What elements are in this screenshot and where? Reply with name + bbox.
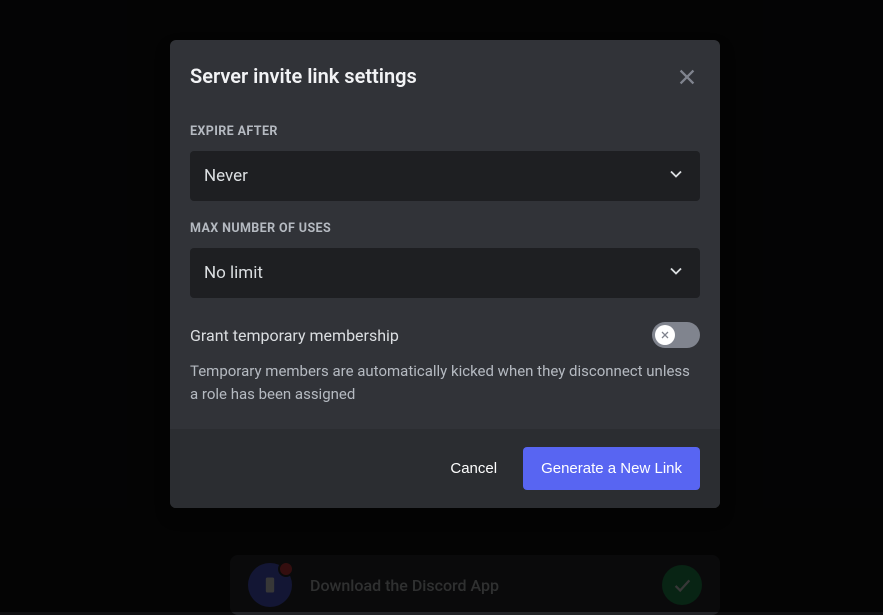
x-icon <box>659 329 671 341</box>
modal-title: Server invite link settings <box>190 64 417 88</box>
temp-membership-row: Grant temporary membership <box>190 322 700 348</box>
max-uses-value: No limit <box>204 263 263 283</box>
modal-header: Server invite link settings <box>170 40 720 100</box>
generate-link-button[interactable]: Generate a New Link <box>523 447 700 490</box>
chevron-down-icon <box>666 261 686 285</box>
expire-after-value: Never <box>204 166 248 186</box>
temp-membership-toggle[interactable] <box>652 322 700 348</box>
temp-membership-help: Temporary members are automatically kick… <box>190 360 700 405</box>
modal-body: Expire after Never Max number of uses No… <box>170 100 720 429</box>
chevron-down-icon <box>666 164 686 188</box>
temp-membership-label: Grant temporary membership <box>190 326 399 345</box>
expire-after-label: Expire after <box>190 124 700 139</box>
max-uses-label: Max number of uses <box>190 221 700 236</box>
toggle-knob <box>655 325 675 345</box>
max-uses-field: Max number of uses No limit <box>190 221 700 298</box>
cancel-button[interactable]: Cancel <box>444 450 503 487</box>
modal-footer: Cancel Generate a New Link <box>170 429 720 508</box>
expire-after-select[interactable]: Never <box>190 151 700 201</box>
expire-after-field: Expire after Never <box>190 124 700 201</box>
close-icon <box>676 66 698 88</box>
close-button[interactable] <box>674 64 700 90</box>
max-uses-select[interactable]: No limit <box>190 248 700 298</box>
invite-settings-modal: Server invite link settings Expire after… <box>170 40 720 508</box>
